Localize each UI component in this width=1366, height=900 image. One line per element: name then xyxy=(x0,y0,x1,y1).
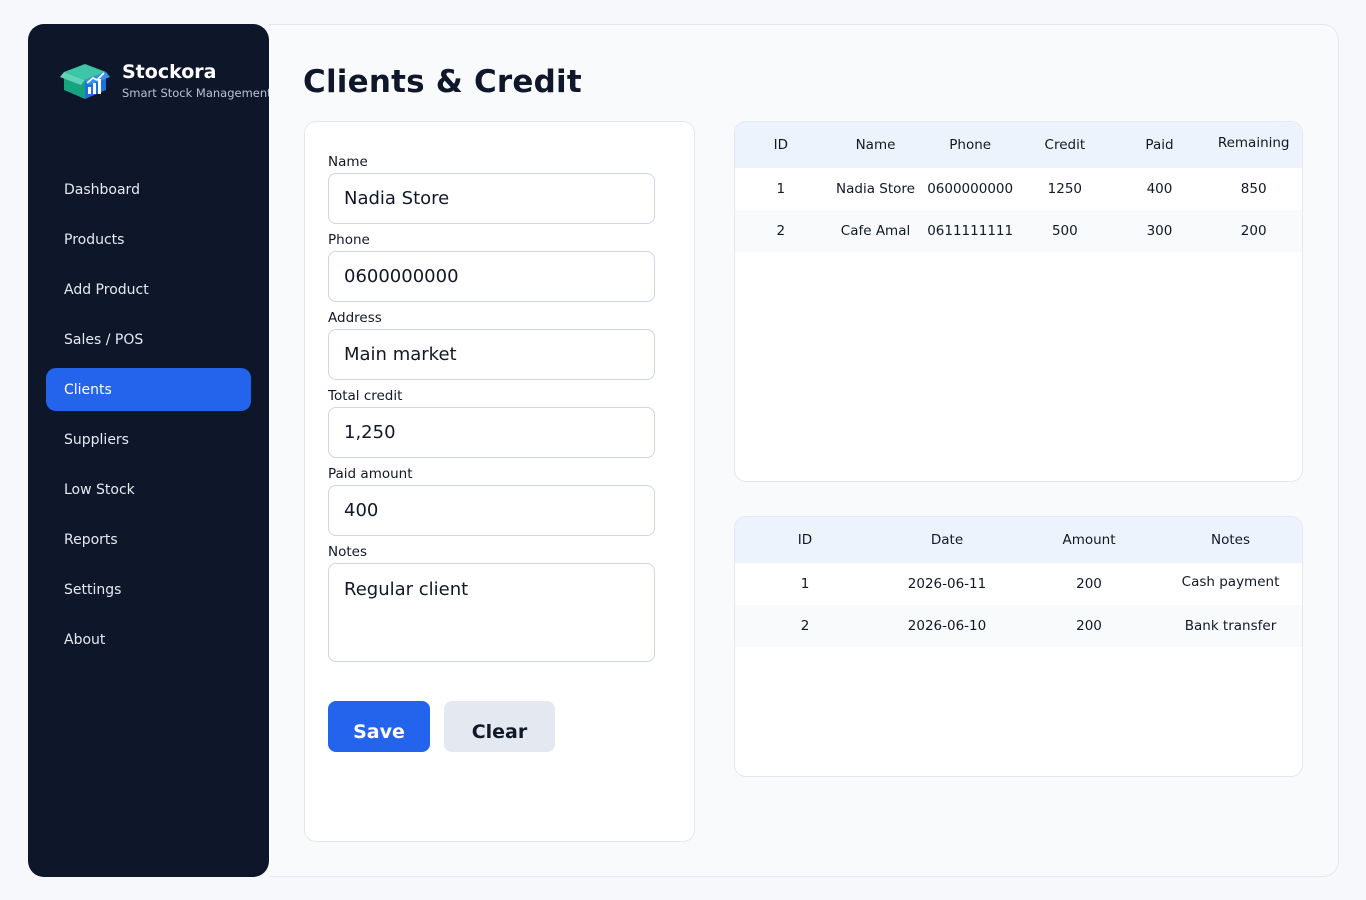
sidebar-nav: Dashboard Products Add Product Sales / P… xyxy=(46,168,251,668)
sidebar-item-suppliers[interactable]: Suppliers xyxy=(46,418,251,461)
cell-name: Cafe Amal xyxy=(840,223,911,239)
column-header-amount[interactable]: Amount xyxy=(1019,532,1159,548)
cell-amount: 200 xyxy=(1076,618,1102,634)
notes-textarea[interactable]: Regular client xyxy=(328,563,655,662)
cell-phone: 0611111111 xyxy=(927,223,1014,239)
address-label: Address xyxy=(328,310,382,326)
column-header-id[interactable]: ID xyxy=(735,137,827,153)
sidebar-item-sales-pos[interactable]: Sales / POS xyxy=(46,318,251,361)
column-header-phone[interactable]: Phone xyxy=(924,137,1016,153)
clients-table-header: ID Name Phone Credit Paid Remaining xyxy=(735,122,1302,168)
sidebar-item-reports[interactable]: Reports xyxy=(46,518,251,561)
total-credit-label: Total credit xyxy=(328,388,403,404)
column-header-notes[interactable]: Notes xyxy=(1159,532,1302,548)
sidebar: Stockora Smart Stock Management Dashboar… xyxy=(28,24,272,877)
cell-name: Nadia Store xyxy=(836,181,915,197)
table-row[interactable]: 1 Nadia Store 0600000000 1250 400 850 xyxy=(735,168,1302,210)
paid-amount-input[interactable] xyxy=(328,485,655,536)
column-header-id[interactable]: ID xyxy=(735,532,875,548)
cell-id: 2 xyxy=(776,223,786,239)
table-row[interactable]: 2 2026-06-10 200 Bank transfer xyxy=(735,605,1302,647)
paid-amount-label: Paid amount xyxy=(328,466,413,482)
brand-name: Stockora xyxy=(122,61,217,83)
cell-phone: 0600000000 xyxy=(927,181,1014,197)
sidebar-item-clients[interactable]: Clients xyxy=(46,368,251,411)
cell-id: 2 xyxy=(800,618,810,634)
notes-label: Notes xyxy=(328,544,367,560)
cell-amount: 200 xyxy=(1076,576,1102,592)
column-header-credit[interactable]: Credit xyxy=(1016,137,1114,153)
cell-paid: 300 xyxy=(1146,223,1173,239)
table-row[interactable]: 2 Cafe Amal 0611111111 500 300 200 xyxy=(735,210,1302,252)
main-content: Clients & Credit Name Phone Address Tota… xyxy=(269,24,1339,877)
brand: Stockora Smart Stock Management xyxy=(60,60,272,101)
sidebar-item-settings[interactable]: Settings xyxy=(46,568,251,611)
cell-credit: 500 xyxy=(1051,223,1078,239)
phone-input[interactable] xyxy=(328,251,655,302)
total-credit-input[interactable] xyxy=(328,407,655,458)
sidebar-item-add-product[interactable]: Add Product xyxy=(46,268,251,311)
payments-table-header: ID Date Amount Notes xyxy=(735,517,1302,563)
cell-paid: 400 xyxy=(1146,181,1173,197)
name-label: Name xyxy=(328,154,368,170)
cell-date: 2026-06-10 xyxy=(907,618,987,634)
cell-notes: Bank transfer xyxy=(1184,618,1277,634)
payments-table: ID Date Amount Notes 1 2026-06-11 200 Ca… xyxy=(734,516,1303,777)
brand-tagline: Smart Stock Management xyxy=(122,86,272,100)
column-header-name[interactable]: Name xyxy=(827,137,925,153)
cell-remaining: 200 xyxy=(1240,223,1267,239)
column-header-remaining[interactable]: Remaining xyxy=(1205,135,1302,151)
cell-credit: 1250 xyxy=(1047,181,1082,197)
box-chart-logo-icon xyxy=(60,63,110,99)
address-input[interactable] xyxy=(328,329,655,380)
cell-remaining: 850 xyxy=(1240,181,1267,197)
column-header-paid[interactable]: Paid xyxy=(1114,137,1206,153)
sidebar-item-products[interactable]: Products xyxy=(46,218,251,261)
column-header-date[interactable]: Date xyxy=(875,532,1019,548)
cell-id: 1 xyxy=(800,576,810,592)
cell-date: 2026-06-11 xyxy=(907,576,987,592)
sidebar-item-dashboard[interactable]: Dashboard xyxy=(46,168,251,211)
cell-id: 1 xyxy=(776,181,786,197)
clear-button[interactable]: Clear xyxy=(444,701,555,752)
name-input[interactable] xyxy=(328,173,655,224)
sidebar-item-about[interactable]: About xyxy=(46,618,251,661)
table-row[interactable]: 1 2026-06-11 200 Cash payment xyxy=(735,563,1302,605)
client-form: Name Phone Address Total credit Paid amo… xyxy=(304,121,695,842)
sidebar-item-low-stock[interactable]: Low Stock xyxy=(46,468,251,511)
cell-notes: Cash payment xyxy=(1181,574,1280,590)
phone-label: Phone xyxy=(328,232,370,248)
clients-table: ID Name Phone Credit Paid Remaining 1 Na… xyxy=(734,121,1303,482)
save-button[interactable]: Save xyxy=(328,701,430,752)
page-title: Clients & Credit xyxy=(303,64,582,100)
